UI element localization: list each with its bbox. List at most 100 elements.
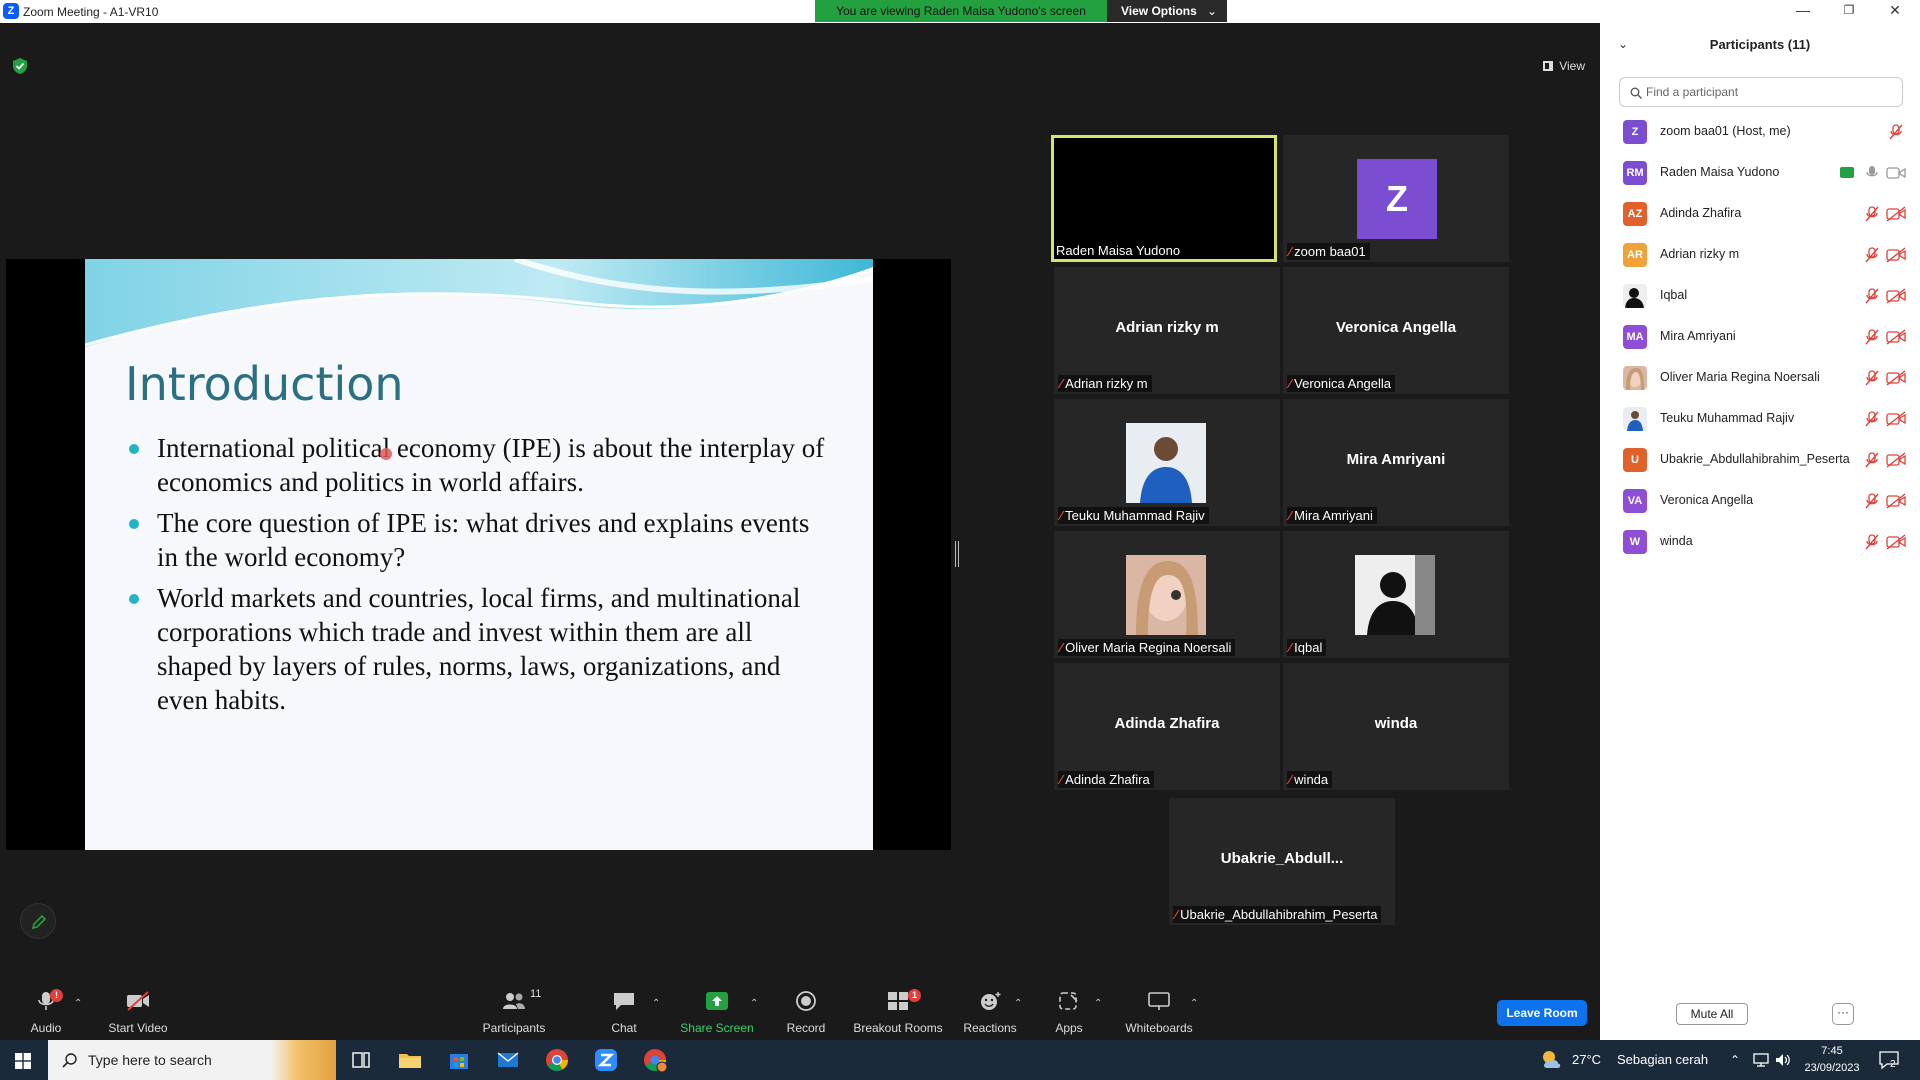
camera-off-icon[interactable]	[1886, 411, 1906, 427]
participant-search-input[interactable]: Find a participant	[1619, 77, 1903, 107]
shared-screen[interactable]: Introduction International political eco…	[6, 259, 951, 850]
share-screen-button[interactable]: Share Screen	[678, 980, 756, 1040]
notifications-icon[interactable]	[1878, 1050, 1900, 1070]
view-layout-button[interactable]: View	[1537, 55, 1589, 77]
mail-icon[interactable]	[495, 1047, 521, 1073]
camera-off-icon[interactable]	[1886, 329, 1906, 345]
chat-options-caret-icon[interactable]: ⌃	[652, 998, 660, 1009]
camera-off-icon[interactable]	[1886, 452, 1906, 468]
participant-row[interactable]: RM Raden Maisa Yudono	[1600, 152, 1920, 193]
participant-row[interactable]: AR Adrian rizky m	[1600, 234, 1920, 275]
camera-off-icon[interactable]	[1886, 288, 1906, 304]
participant-row[interactable]: AZ Adinda Zhafira	[1600, 193, 1920, 234]
task-view-icon[interactable]	[348, 1047, 374, 1073]
chrome-icon[interactable]	[544, 1047, 570, 1073]
apps-icon	[1059, 992, 1078, 1010]
audio-button[interactable]: ! Audio	[20, 980, 72, 1040]
participant-name: zoom baa01 (Host, me)	[1660, 124, 1791, 138]
video-tile[interactable]: ⁄ Teuku Muhammad Rajiv	[1054, 399, 1280, 526]
encryption-shield-icon[interactable]	[12, 57, 28, 75]
apps-caret-icon[interactable]: ⌃	[1094, 998, 1102, 1009]
weather-description[interactable]: Sebagian cerah	[1617, 1040, 1708, 1080]
mic-muted-icon[interactable]	[1864, 410, 1880, 428]
participant-row[interactable]: Z zoom baa01 (Host, me)	[1600, 111, 1920, 152]
participant-row[interactable]: MA Mira Amriyani	[1600, 316, 1920, 357]
mic-muted-icon[interactable]	[1888, 123, 1904, 141]
participants-button[interactable]: 11 Participants	[476, 980, 552, 1040]
more-options-button[interactable]: ···	[1832, 1003, 1854, 1025]
camera-off-icon[interactable]	[1886, 493, 1906, 509]
share-options-caret-icon[interactable]: ⌃	[750, 998, 758, 1009]
video-tile[interactable]: Veronica Angella ⁄ Veronica Angella	[1283, 267, 1509, 394]
taskbar-clock[interactable]: 7:45 23/09/2023	[1800, 1043, 1864, 1077]
restore-button[interactable]: ❐	[1826, 0, 1872, 22]
volume-icon[interactable]	[1774, 1052, 1792, 1068]
video-tile[interactable]: Ubakrie_Abdull... ⁄ Ubakrie_Abdullahibrah…	[1169, 798, 1395, 925]
mic-muted-icon[interactable]	[1864, 492, 1880, 510]
video-tile[interactable]: ⁄ Oliver Maria Regina Noersali	[1054, 531, 1280, 658]
network-icon[interactable]	[1752, 1052, 1770, 1068]
audio-options-caret-icon[interactable]: ⌃	[74, 998, 82, 1009]
camera-icon[interactable]	[1886, 165, 1906, 181]
view-options-button[interactable]: View Options ⌄	[1107, 0, 1227, 22]
mute-all-button[interactable]: Mute All	[1676, 1003, 1748, 1025]
mic-on-icon[interactable]	[1864, 164, 1880, 182]
participant-row[interactable]: Oliver Maria Regina Noersali	[1600, 357, 1920, 398]
whiteboard-icon	[1148, 992, 1170, 1010]
record-button[interactable]: Record	[782, 980, 830, 1040]
share-screen-icon	[706, 992, 728, 1010]
taskbar-search-box[interactable]: Type here to search	[48, 1040, 336, 1080]
tile-center-name: Ubakrie_Abdull...	[1220, 850, 1344, 867]
reactions-button[interactable]: Reactions	[960, 980, 1020, 1040]
mic-muted-icon[interactable]	[1864, 287, 1880, 305]
video-tile[interactable]: ⁄ Iqbal	[1283, 531, 1509, 658]
mic-muted-icon[interactable]	[1864, 246, 1880, 264]
windows-start-icon[interactable]	[15, 1053, 31, 1069]
close-button[interactable]: ✕	[1872, 0, 1918, 22]
weather-temperature[interactable]: 27°C	[1572, 1040, 1601, 1080]
camera-off-icon[interactable]	[1886, 206, 1906, 222]
whiteboards-button[interactable]: Whiteboards	[1120, 980, 1198, 1040]
participant-row[interactable]: VA Veronica Angella	[1600, 480, 1920, 521]
mic-muted-icon[interactable]	[1864, 369, 1880, 387]
camera-off-icon[interactable]	[1886, 247, 1906, 263]
breakout-rooms-icon	[888, 992, 908, 1010]
avatar: U	[1623, 448, 1647, 472]
video-tile[interactable]: Z ⁄ zoom baa01	[1283, 135, 1509, 262]
mic-muted-icon[interactable]	[1864, 328, 1880, 346]
mic-muted-icon[interactable]	[1864, 451, 1880, 469]
participant-row[interactable]: W winda	[1600, 521, 1920, 562]
title-bar: Z Zoom Meeting - A1-VR10 You are viewing…	[0, 0, 1920, 23]
mic-muted-icon[interactable]	[1864, 205, 1880, 223]
show-hidden-icons-chevron-icon[interactable]: ⌃	[1730, 1040, 1740, 1080]
splitter-handle[interactable]	[955, 541, 959, 567]
avatar: AR	[1623, 243, 1647, 267]
microsoft-store-icon[interactable]	[446, 1047, 472, 1073]
weather-partly-sunny-icon[interactable]	[1540, 1048, 1564, 1070]
whiteboards-caret-icon[interactable]: ⌃	[1190, 998, 1198, 1009]
apps-button[interactable]: Apps	[1046, 980, 1092, 1040]
zoom-taskbar-icon[interactable]	[593, 1047, 619, 1073]
participant-name: Mira Amriyani	[1660, 329, 1736, 343]
video-tile[interactable]: Adrian rizky m ⁄ Adrian rizky m	[1054, 267, 1280, 394]
participant-row[interactable]: Teuku Muhammad Rajiv	[1600, 398, 1920, 439]
video-tile[interactable]: Raden Maisa Yudono	[1051, 135, 1277, 262]
annotate-button[interactable]	[20, 903, 56, 939]
video-tile[interactable]: Adinda Zhafira ⁄ Adinda Zhafira	[1054, 663, 1280, 790]
video-tile[interactable]: winda ⁄ winda	[1283, 663, 1509, 790]
breakout-rooms-button[interactable]: 1 Breakout Rooms	[852, 980, 944, 1040]
chrome-profile-icon[interactable]	[642, 1047, 668, 1073]
participant-row[interactable]: Iqbal	[1600, 275, 1920, 316]
participant-name: Oliver Maria Regina Noersali	[1660, 370, 1820, 384]
camera-off-icon[interactable]	[1886, 370, 1906, 386]
reactions-caret-icon[interactable]: ⌃	[1014, 998, 1022, 1009]
minimize-button[interactable]: —	[1780, 0, 1826, 22]
video-tile[interactable]: Mira Amriyani ⁄ Mira Amriyani	[1283, 399, 1509, 526]
file-explorer-icon[interactable]	[397, 1047, 423, 1073]
camera-off-icon[interactable]	[1886, 534, 1906, 550]
leave-room-button[interactable]: Leave Room	[1497, 1000, 1587, 1026]
mic-muted-icon[interactable]	[1864, 533, 1880, 551]
start-video-button[interactable]: Start Video	[103, 980, 173, 1040]
participant-row[interactable]: U Ubakrie_Abdullahibrahim_Peserta	[1600, 439, 1920, 480]
chat-button[interactable]: Chat	[600, 980, 648, 1040]
